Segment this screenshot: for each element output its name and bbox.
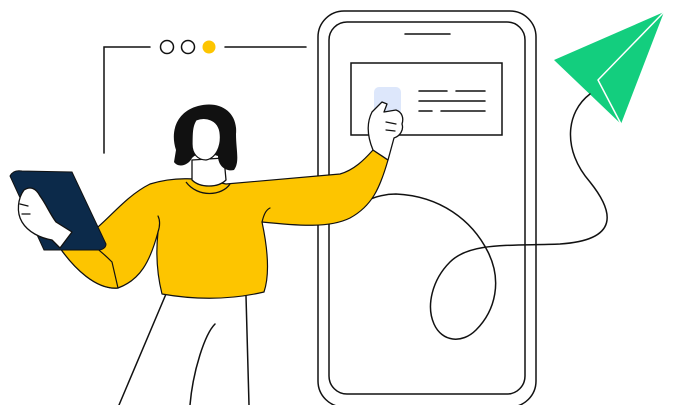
paper-plane-icon bbox=[554, 11, 665, 125]
dot-1 bbox=[159, 39, 175, 55]
pagination-dots bbox=[159, 39, 216, 55]
person-face bbox=[191, 117, 221, 161]
illustration-scene bbox=[9, 10, 665, 405]
dot-2 bbox=[180, 39, 196, 55]
dot-3-active bbox=[202, 40, 216, 54]
person-legs bbox=[118, 293, 250, 405]
